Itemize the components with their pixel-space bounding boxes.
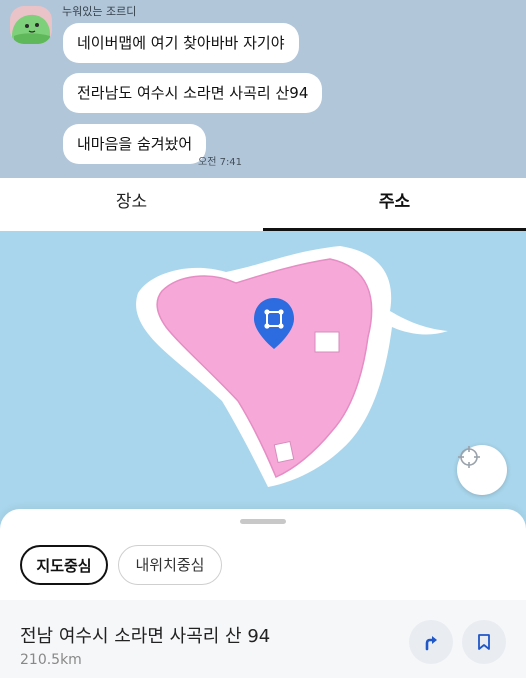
current-location-button[interactable] bbox=[457, 445, 507, 495]
my-location-center-chip[interactable]: 내위치중심 bbox=[118, 545, 222, 585]
map-view[interactable] bbox=[0, 231, 526, 531]
chat-bubble[interactable]: 내마음을 숨겨놨어 bbox=[63, 124, 207, 164]
message-time: 오전 7:41 bbox=[198, 157, 243, 168]
chat-bubble[interactable]: 네이버맵에 여기 찾아바바 자기야 bbox=[63, 23, 299, 63]
address-result[interactable]: 전남 여수시 소라면 사곡리 산 94 210.5km bbox=[0, 600, 526, 678]
chat-area: 누워있는 조르디 네이버맵에 여기 찾아바바 자기야 전라남도 여수시 소라면 … bbox=[0, 0, 526, 178]
bookmark-icon bbox=[478, 634, 490, 650]
map-building bbox=[314, 331, 340, 353]
tab-bar: 장소 주소 bbox=[0, 178, 526, 231]
chat-bubble[interactable]: 전라남도 여수시 소라면 사곡리 산94 bbox=[63, 73, 323, 113]
tab-address[interactable]: 주소 bbox=[263, 178, 526, 231]
tab-place[interactable]: 장소 bbox=[0, 178, 263, 231]
sender-name: 누워있는 조르디 bbox=[62, 5, 137, 18]
address-text: 전남 여수시 소라면 사곡리 산 94 bbox=[20, 626, 271, 647]
sheet-drag-handle[interactable] bbox=[240, 519, 286, 524]
map-center-chip[interactable]: 지도중심 bbox=[20, 545, 108, 585]
map-canvas bbox=[136, 246, 448, 487]
crosshair-icon bbox=[458, 446, 480, 468]
distance-text: 210.5km bbox=[20, 652, 82, 668]
directions-button[interactable] bbox=[409, 620, 453, 664]
bottom-sheet: 지도중심 내위치중심 전남 여수시 소라면 사곡리 산 94 210.5km bbox=[0, 509, 526, 678]
map-building bbox=[273, 440, 295, 464]
avatar[interactable] bbox=[10, 6, 52, 44]
turn-arrow-icon bbox=[425, 636, 437, 651]
save-button[interactable] bbox=[462, 620, 506, 664]
